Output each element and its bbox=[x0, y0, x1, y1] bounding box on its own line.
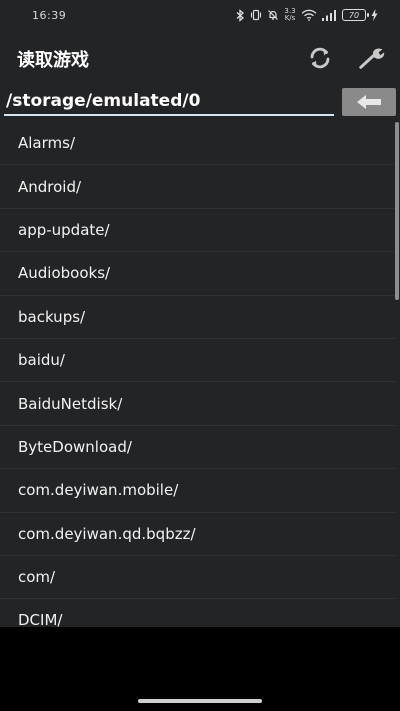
list-item[interactable]: Audiobooks/ bbox=[0, 252, 396, 296]
charging-icon bbox=[371, 9, 378, 21]
page-title: 读取游戏 bbox=[17, 50, 89, 71]
network-speed: 3.3 K/s bbox=[284, 8, 296, 22]
arrow-left-icon bbox=[357, 95, 381, 109]
back-button[interactable] bbox=[342, 88, 396, 116]
wrench-icon bbox=[359, 48, 385, 69]
mute-icon bbox=[268, 10, 278, 20]
refresh-button[interactable] bbox=[306, 44, 334, 72]
network-speed-unit: K/s bbox=[284, 14, 296, 22]
status-bar: 16:39 3.3 K/s 70 bbox=[0, 0, 400, 34]
list-item[interactable]: com.deyiwan.mobile/ bbox=[0, 469, 396, 513]
signal-icon bbox=[322, 9, 336, 21]
vibrate-icon bbox=[250, 9, 262, 21]
list-item[interactable]: ByteDownload/ bbox=[0, 426, 396, 470]
path-bar bbox=[0, 84, 400, 120]
app-screen: 16:39 3.3 K/s 70 读取游戏 /storage/emulated/… bbox=[0, 0, 400, 627]
list-item[interactable]: DCIM/ bbox=[0, 599, 396, 627]
list-item[interactable]: app-update/ bbox=[0, 209, 396, 253]
list-item[interactable]: com.deyiwan.qd.bqbzz/ bbox=[0, 513, 396, 556]
app-bar: 读取游戏 bbox=[0, 34, 400, 82]
status-icons: 3.3 K/s 70 bbox=[236, 8, 378, 22]
path-input[interactable] bbox=[4, 88, 334, 116]
scrollbar[interactable] bbox=[395, 122, 399, 300]
list-item[interactable]: BaiduNetdisk/ bbox=[0, 382, 396, 426]
wifi-icon bbox=[301, 9, 317, 21]
list-item[interactable]: com/ bbox=[0, 556, 396, 600]
list-item[interactable]: Alarms/ bbox=[0, 122, 396, 166]
status-time: 16:39 bbox=[32, 9, 67, 22]
list-item[interactable]: Android/ bbox=[0, 165, 396, 209]
list-item[interactable]: baidu/ bbox=[0, 339, 396, 383]
home-indicator[interactable] bbox=[138, 699, 262, 703]
battery-level: 70 bbox=[348, 10, 360, 20]
list-item[interactable]: backups/ bbox=[0, 296, 396, 339]
battery-icon: 70 bbox=[342, 9, 369, 21]
file-list: Alarms/Android/app-update/Audiobooks/bac… bbox=[0, 122, 396, 627]
bluetooth-icon bbox=[236, 8, 244, 22]
refresh-icon bbox=[310, 47, 330, 69]
settings-button[interactable] bbox=[358, 44, 386, 72]
